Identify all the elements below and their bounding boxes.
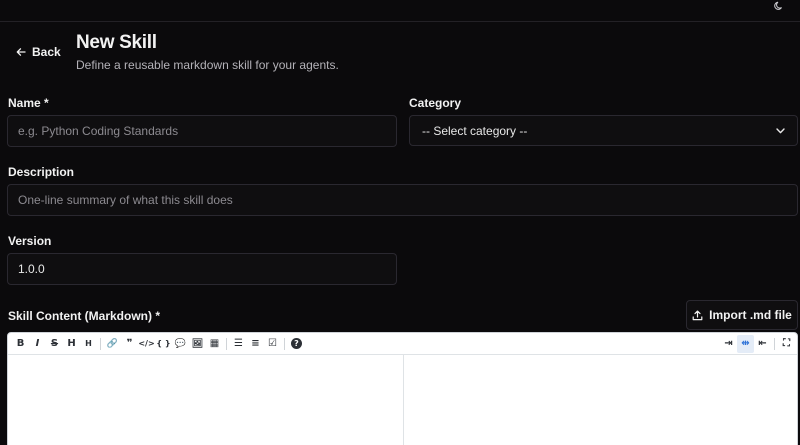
toolbar-view-controls: ⇥ ⇹ ⇤ ⛶ — [720, 334, 797, 353]
heading-button[interactable]: H — [63, 335, 80, 353]
code-icon: </> — [138, 339, 155, 348]
quote-button[interactable]: ❞ — [121, 335, 138, 353]
content-label: Skill Content (Markdown) * — [8, 309, 161, 323]
name-label: Name * — [8, 96, 49, 110]
editor-toolbar: B I S H H 🔗 ❞ </> { } 💬 🖼 ▦ ☰ ≡ ☑ ? ⇥ ⇹ … — [8, 333, 797, 355]
unordered-list-button[interactable]: ☰ — [230, 335, 247, 353]
image-button[interactable]: 🖼 — [189, 335, 206, 353]
back-label: Back — [32, 45, 61, 59]
link-icon: 🔗 — [106, 338, 119, 349]
page-subtitle: Define a reusable markdown skill for you… — [76, 58, 339, 72]
strikethrough-icon: S — [50, 338, 59, 349]
back-button[interactable]: Back — [16, 44, 61, 60]
page-title: New Skill — [76, 32, 157, 53]
editor-panes — [8, 355, 797, 445]
chevron-down-icon — [776, 127, 785, 133]
description-input[interactable] — [7, 184, 798, 216]
markdown-input-area[interactable] — [8, 355, 404, 445]
link-button[interactable]: 🔗 — [104, 335, 121, 353]
top-bar — [0, 0, 800, 22]
toolbar-separator — [774, 337, 775, 350]
ordered-list-icon: ≡ — [251, 338, 260, 349]
split-view-button[interactable]: ⇹ — [737, 334, 754, 353]
comment-icon: 💬 — [174, 338, 187, 349]
task-list-icon: ☑ — [268, 338, 277, 349]
fullscreen-icon: ⛶ — [783, 338, 790, 349]
help-button[interactable]: ? — [288, 335, 305, 353]
heading-smaller-button[interactable]: H — [80, 335, 97, 353]
moon-icon — [774, 1, 782, 10]
heading-smaller-icon: H — [85, 339, 92, 348]
code-block-button[interactable]: { } — [155, 335, 172, 353]
name-input[interactable] — [7, 115, 397, 147]
toolbar-separator — [100, 337, 101, 350]
import-md-button[interactable]: Import .md file — [686, 300, 798, 330]
fullscreen-button[interactable]: ⛶ — [778, 335, 795, 353]
markdown-editor: B I S H H 🔗 ❞ </> { } 💬 🖼 ▦ ☰ ≡ ☑ ? ⇥ ⇹ … — [7, 332, 798, 445]
edit-only-button[interactable]: ⇥ — [720, 335, 737, 353]
preview-only-icon: ⇤ — [758, 338, 767, 349]
import-md-label: Import .md file — [709, 308, 792, 322]
table-icon: ▦ — [209, 338, 220, 349]
upload-icon — [692, 310, 703, 320]
toolbar-separator — [284, 337, 285, 350]
description-label: Description — [8, 165, 75, 179]
arrow-left-icon — [16, 48, 26, 56]
category-selected-value: -- Select category -- — [422, 123, 528, 138]
theme-toggle-button[interactable] — [772, 0, 786, 12]
help-icon: ? — [291, 338, 302, 349]
comment-button[interactable]: 💬 — [172, 335, 189, 353]
split-view-icon: ⇹ — [741, 338, 750, 349]
preview-only-button[interactable]: ⇤ — [754, 335, 771, 353]
version-input[interactable] — [7, 253, 397, 285]
category-label: Category — [409, 96, 462, 110]
strikethrough-button[interactable]: S — [46, 335, 63, 353]
code-block-icon: { } — [156, 339, 171, 348]
image-icon: 🖼 — [191, 338, 204, 349]
edit-only-icon: ⇥ — [724, 338, 733, 349]
bold-icon: B — [16, 338, 25, 349]
ordered-list-button[interactable]: ≡ — [247, 335, 264, 353]
category-select[interactable]: -- Select category -- — [409, 115, 798, 146]
version-label: Version — [8, 234, 52, 248]
table-button[interactable]: ▦ — [206, 335, 223, 353]
markdown-preview-area — [404, 355, 797, 445]
task-list-button[interactable]: ☑ — [264, 335, 281, 353]
heading-icon: H — [67, 338, 76, 349]
bold-button[interactable]: B — [12, 335, 29, 353]
code-button[interactable]: </> — [138, 335, 155, 353]
italic-button[interactable]: I — [29, 335, 46, 353]
unordered-list-icon: ☰ — [234, 338, 243, 349]
toolbar-separator — [226, 337, 227, 350]
quote-icon: ❞ — [126, 338, 133, 349]
italic-icon: I — [35, 338, 40, 349]
